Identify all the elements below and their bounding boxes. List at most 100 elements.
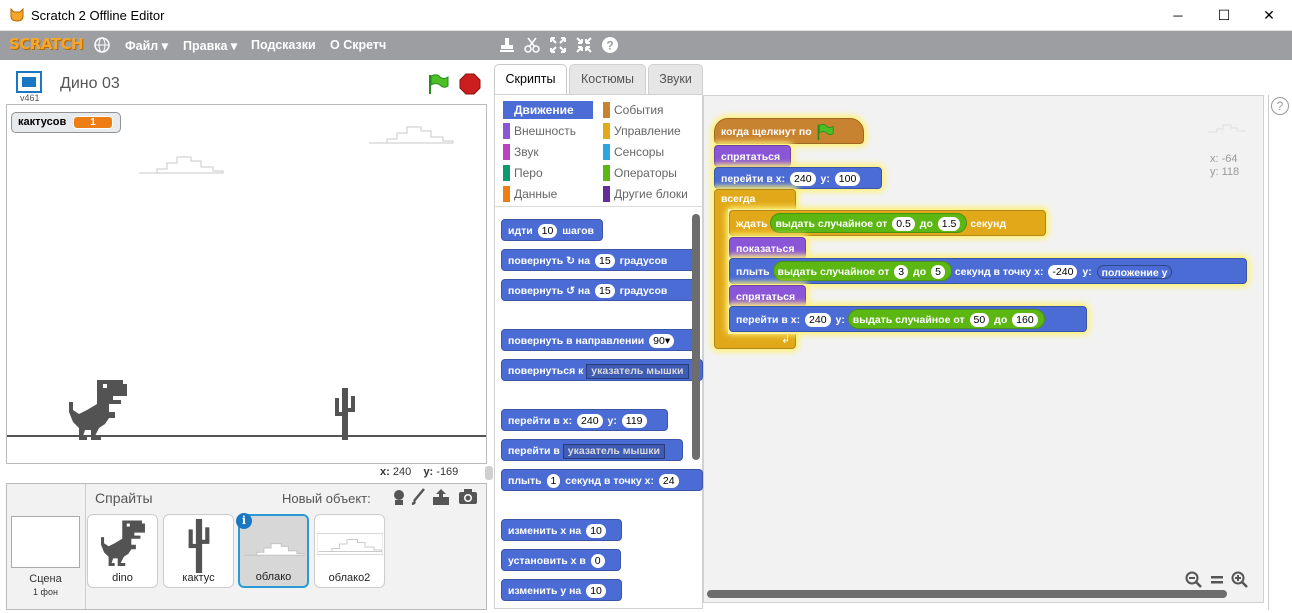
glide-random-to[interactable]: 5 [931, 265, 945, 280]
paint-brush-icon[interactable] [410, 488, 426, 506]
menu-about[interactable]: О Скретч [330, 38, 386, 52]
category-left-4[interactable]: Данные [503, 185, 598, 203]
palette-scrollbar[interactable] [692, 214, 700, 460]
cloud-sprite[interactable] [367, 119, 455, 147]
sprite-library-icon[interactable] [390, 488, 408, 506]
globe-icon[interactable] [94, 37, 110, 53]
category-right-2[interactable]: Сенсоры [603, 143, 698, 161]
block-hide-2[interactable]: спрятаться [729, 285, 806, 307]
block-turn-left-input[interactable]: 15 [595, 284, 615, 299]
block-change-y[interactable]: изменить y на 10 [501, 579, 622, 601]
block-set-x[interactable]: установить x в 0 [501, 549, 621, 571]
category-left-0[interactable]: Движение [503, 101, 598, 119]
block-goto-random-x[interactable]: 240 [805, 313, 831, 328]
scratch-logo[interactable]: SCRATCH [9, 35, 84, 53]
y-position-reporter[interactable]: положение y [1096, 265, 1173, 280]
x-label: x: [380, 466, 390, 478]
category-right-1[interactable]: Управление [603, 122, 698, 140]
help-question-icon[interactable]: ? [1271, 97, 1289, 115]
block-wait[interactable]: ждать выдать случайное от 0.5 до 1.5 сек… [729, 210, 1046, 236]
block-move[interactable]: идти 10 шагов [501, 219, 603, 241]
block-goto-xy-y[interactable]: 119 [621, 414, 647, 429]
block-script-goto-y[interactable]: 100 [834, 172, 861, 187]
block-turn-right[interactable]: повернуть ↻ на 15 градусов [501, 249, 696, 271]
block-move-input[interactable]: 10 [537, 224, 558, 239]
sprite-thumb-dino[interactable]: dino [87, 514, 158, 588]
zoom-in-icon[interactable] [1231, 571, 1249, 589]
block-goto[interactable]: перейти в указатель мышки [501, 439, 683, 461]
shrink-icon[interactable] [575, 36, 593, 54]
block-point-direction[interactable]: повернуть в направлении 90▾ [501, 329, 696, 351]
wait-random-to[interactable]: 1.5 [937, 217, 961, 232]
minimize-button[interactable]: ─ [1155, 0, 1201, 31]
zoom-reset-icon[interactable] [1209, 571, 1225, 589]
category-left-2[interactable]: Звук [503, 143, 598, 161]
tab-sounds[interactable]: Звуки [648, 64, 703, 94]
block-goto-xy[interactable]: перейти в x: 240 y: 119 [501, 409, 668, 431]
category-left-3[interactable]: Перо [503, 164, 598, 182]
category-left-1[interactable]: Внешность [503, 122, 598, 140]
maximize-button[interactable]: ☐ [1201, 0, 1247, 31]
stage-thumbnail[interactable] [11, 516, 80, 568]
block-glide-script[interactable]: плыть выдать случайное от 3 до 5 секунд … [729, 258, 1247, 284]
info-icon[interactable]: i [236, 513, 252, 529]
cactus-sprite[interactable] [333, 388, 357, 440]
stage[interactable]: кактусов 1 [6, 104, 487, 464]
cloud2-sprite[interactable] [137, 149, 225, 177]
goto-random-from[interactable]: 50 [969, 313, 990, 328]
block-script-goto-xy[interactable]: перейти в x: 240 y: 100 [714, 167, 882, 189]
sprite-thumb-cloud2[interactable]: облако2 [314, 514, 385, 588]
block-turn-right-input[interactable]: 15 [595, 254, 615, 269]
block-hide[interactable]: спрятаться [714, 145, 791, 167]
menu-file[interactable]: Файл ▾ [125, 38, 168, 53]
block-show[interactable]: показаться [729, 237, 806, 259]
block-glide-x[interactable]: 24 [658, 474, 679, 489]
menu-tips[interactable]: Подсказки [251, 38, 316, 52]
category-right-0[interactable]: События [603, 101, 698, 119]
project-title[interactable]: Дино 03 [60, 75, 120, 93]
block-when-flag-clicked[interactable]: когда щелкнут по [714, 118, 864, 144]
sprite-thumb-cactus[interactable]: кактус [163, 514, 234, 588]
block-forever-label: всегда [721, 193, 756, 205]
scripts-horizontal-scrollbar[interactable] [707, 590, 1227, 598]
menu-edit[interactable]: Правка ▾ [183, 38, 237, 53]
duplicate-stamp-icon[interactable] [498, 36, 516, 54]
green-flag-icon[interactable] [427, 73, 449, 95]
block-goto-dropdown[interactable]: указатель мышки [562, 443, 665, 459]
stop-icon[interactable] [459, 73, 481, 95]
tab-scripts[interactable]: Скрипты [494, 64, 567, 94]
tab-costumes[interactable]: Костюмы [569, 64, 646, 94]
close-button[interactable]: ✕ [1246, 0, 1292, 31]
category-right-3[interactable]: Операторы [603, 164, 698, 182]
block-point-towards-dropdown[interactable]: указатель мышки [586, 363, 689, 379]
block-glide-secs[interactable]: 1 [546, 474, 561, 489]
camera-icon[interactable] [458, 488, 478, 506]
block-goto-random-op[interactable]: выдать случайное от 50 до 160 [847, 309, 1045, 329]
category-right-4[interactable]: Другие блоки [603, 185, 698, 203]
stage-collapse-handle[interactable] [485, 466, 493, 480]
wait-random-from[interactable]: 0.5 [892, 217, 915, 232]
variable-monitor[interactable]: кактусов 1 [11, 112, 121, 133]
block-point-towards[interactable]: повернуться к указатель мышки [501, 359, 703, 381]
block-set-x-input[interactable]: 0 [590, 554, 605, 569]
block-change-x-input[interactable]: 10 [586, 524, 606, 539]
block-change-x[interactable]: изменить x на 10 [501, 519, 622, 541]
block-point-direction-input[interactable]: 90▾ [649, 334, 675, 349]
block-goto-random[interactable]: перейти в x: 240 y: выдать случайное от … [729, 306, 1087, 332]
delete-scissors-icon[interactable] [523, 36, 541, 54]
goto-random-to[interactable]: 160 [1012, 313, 1038, 328]
block-glide-random[interactable]: выдать случайное от 3 до 5 [772, 261, 952, 281]
upload-icon[interactable] [432, 488, 450, 506]
block-turn-left[interactable]: повернуть ↺ на 15 градусов [501, 279, 696, 301]
block-script-goto-x[interactable]: 240 [790, 172, 816, 187]
block-wait-random[interactable]: выдать случайное от 0.5 до 1.5 [770, 213, 968, 233]
help-icon[interactable]: ? [601, 36, 619, 54]
block-change-y-input[interactable]: 10 [586, 584, 606, 599]
zoom-out-icon[interactable] [1185, 571, 1203, 589]
block-glide-script-x[interactable]: -240 [1048, 265, 1078, 280]
glide-random-from[interactable]: 3 [894, 265, 909, 280]
block-glide[interactable]: плыть 1 секунд в точку x: 24 [501, 469, 703, 491]
grow-icon[interactable] [549, 36, 567, 54]
fullscreen-icon[interactable] [16, 71, 42, 93]
block-goto-xy-x[interactable]: 240 [577, 414, 603, 429]
